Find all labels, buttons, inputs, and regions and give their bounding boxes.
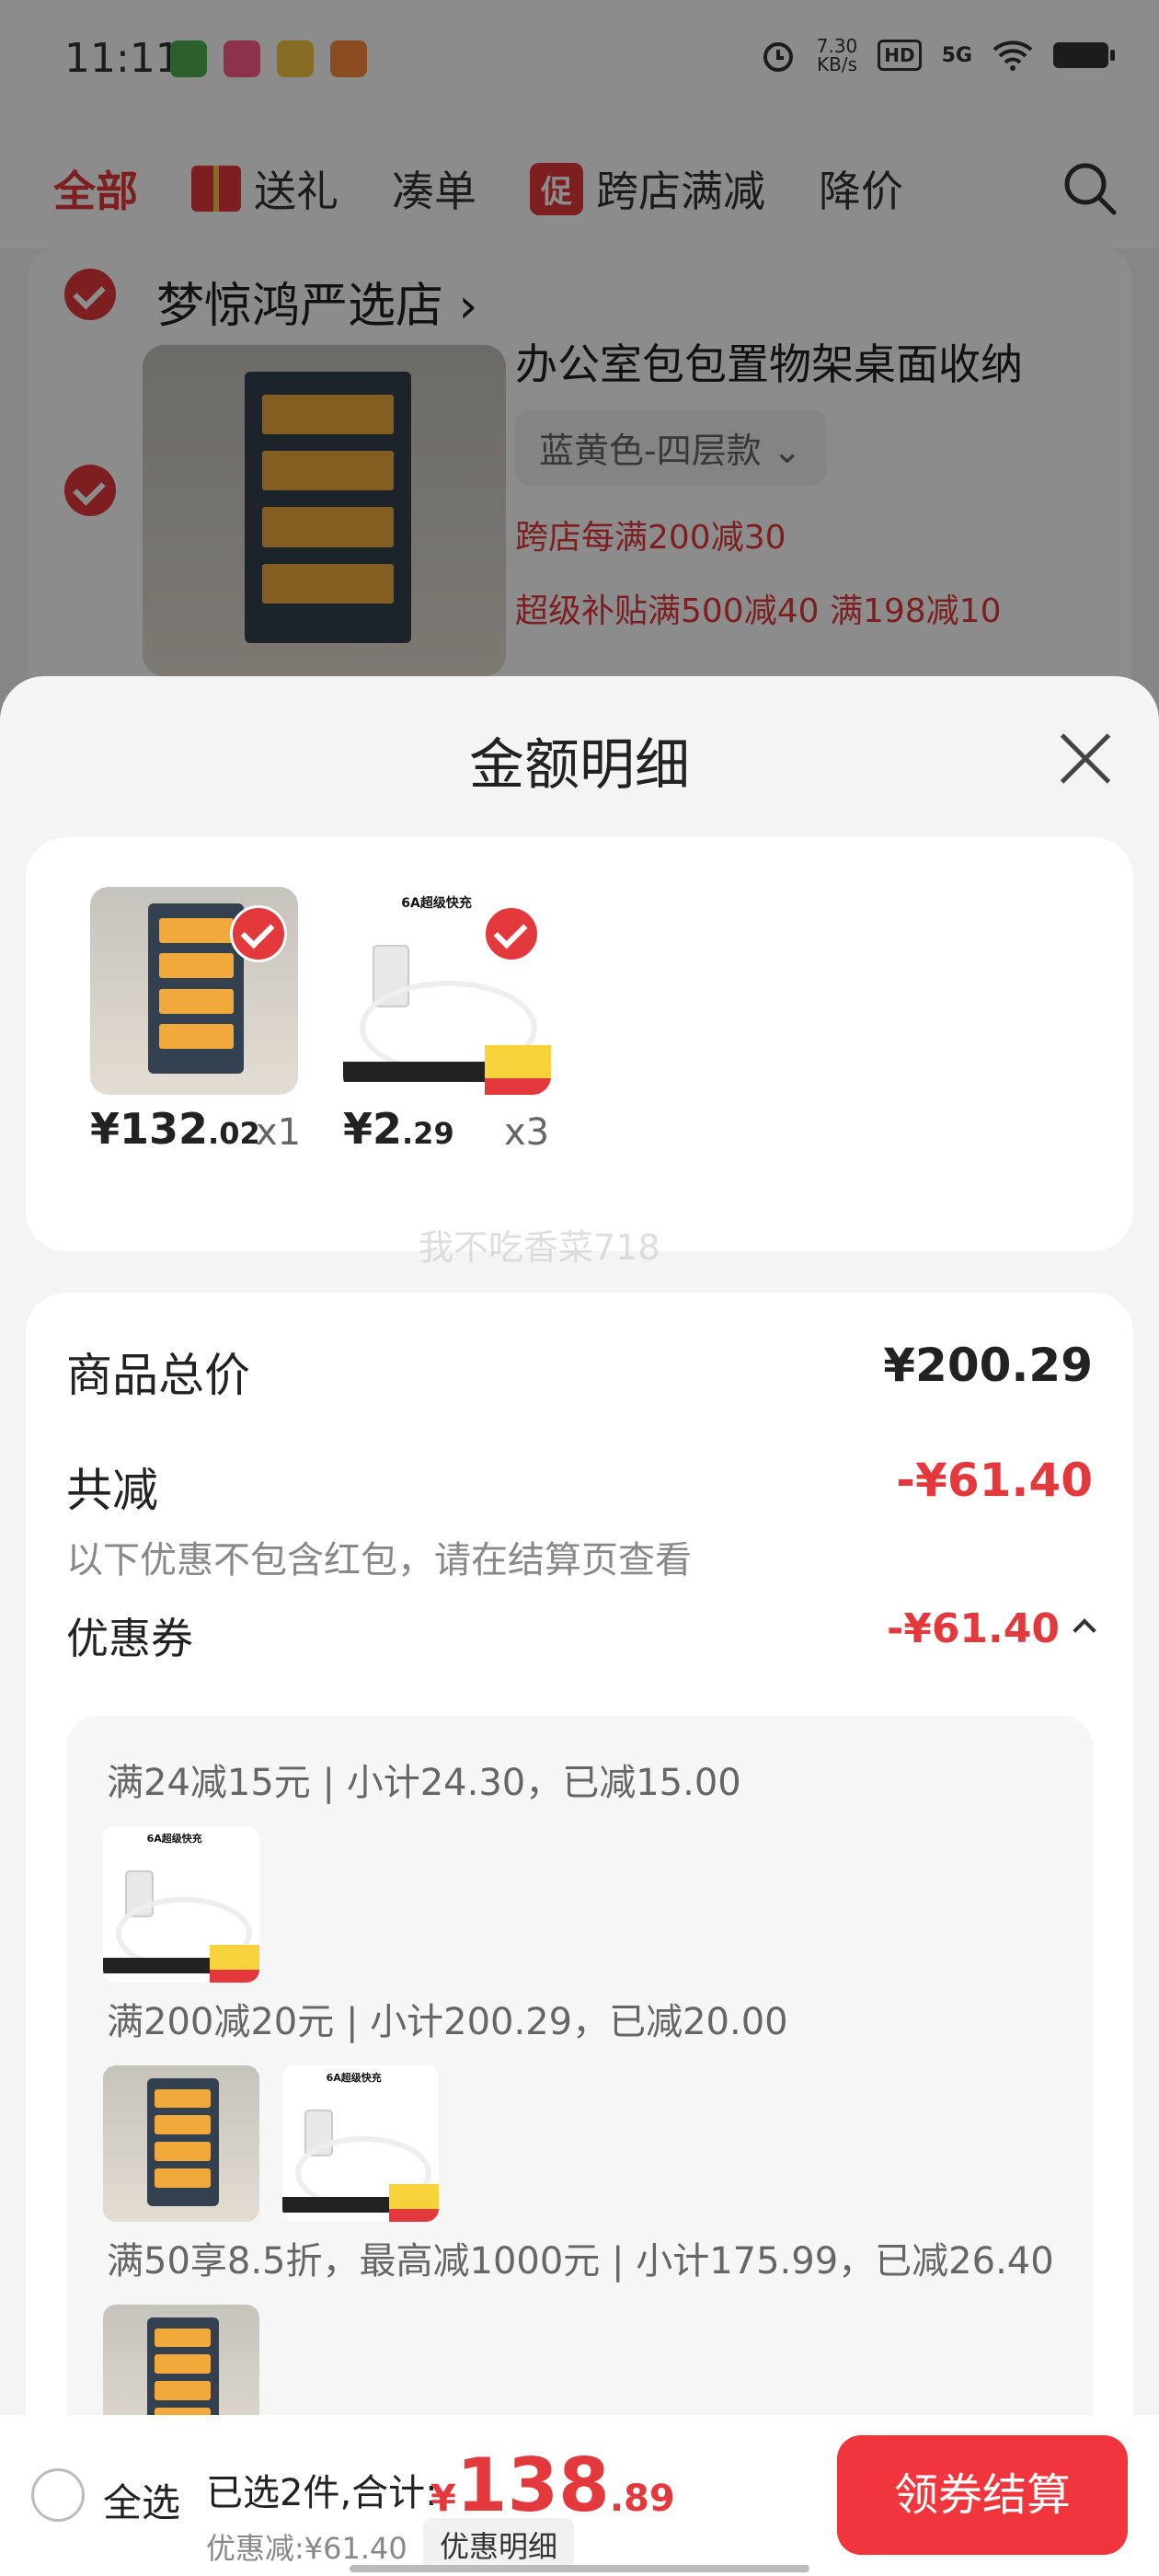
select-all-label[interactable]: 全选 xyxy=(103,2472,180,2528)
selected-check-icon xyxy=(483,905,540,962)
reduce-note: 以下优惠不包含红包，请在结算页查看 xyxy=(66,1539,692,1581)
amount-detail-sheet: 金额明细 ¥132.02 x1 6A超级快充 ¥2.29 x3 商品总价 ¥20… xyxy=(0,676,1159,2576)
chevron-up-icon xyxy=(1073,1618,1096,1642)
cable-image: 6A超级快充 xyxy=(282,2065,439,2222)
total-dec: .89 xyxy=(609,2478,675,2520)
price-int: ¥2 xyxy=(343,1104,403,1154)
coupon-rule: 满50享8.5折，最高减1000元 | 小计175.99，已减26.40 xyxy=(107,2240,1054,2283)
coupon-value: -¥61.40 xyxy=(886,1605,1060,1652)
product-item[interactable]: 6A超级快充 xyxy=(343,887,551,1095)
cable-banner xyxy=(103,1957,212,1973)
selected-check-icon xyxy=(230,905,287,962)
cable-badge-red xyxy=(388,2209,439,2222)
price-int: ¥132 xyxy=(90,1104,209,1154)
product-item[interactable] xyxy=(90,887,298,1095)
shelf-drawer xyxy=(155,2328,212,2347)
coupon-toggle[interactable]: -¥61.40 xyxy=(886,1605,1096,1652)
product-image: 6A超级快充 xyxy=(343,887,551,1095)
shelf-drawer xyxy=(158,988,234,1014)
discount-summary: 优惠减:¥61.40 xyxy=(206,2531,407,2566)
cable-image: 6A超级快充 xyxy=(103,1826,259,1983)
price-breakdown-card: 商品总价 ¥200.29 共减 -¥61.40 以下优惠不包含红包，请在结算页查… xyxy=(26,1293,1133,2576)
total-int: 138 xyxy=(455,2443,610,2528)
shelf-drawer xyxy=(155,2088,212,2108)
shelf-drawer xyxy=(155,2381,212,2400)
product-price: ¥132.02 xyxy=(90,1104,260,1154)
discount-detail-button[interactable]: 优惠明细 xyxy=(423,2518,575,2571)
home-indicator[interactable] xyxy=(350,2565,809,2572)
coupon-label: 优惠券 xyxy=(66,1614,193,1663)
currency-symbol: ¥ xyxy=(430,2478,456,2520)
total-amount: ¥138.89 xyxy=(430,2443,675,2528)
cable-badge xyxy=(388,2184,439,2213)
coupon-rule: 满24减15元 | 小计24.30，已减15.00 xyxy=(107,1762,741,1804)
shelf-drawer xyxy=(155,2168,212,2188)
total-value: ¥200.29 xyxy=(883,1339,1093,1392)
products-card: ¥132.02 x1 6A超级快充 ¥2.29 x3 xyxy=(26,837,1133,1251)
shelf-drawer xyxy=(158,1024,234,1050)
coupon-rule: 满200减20元 | 小计200.29，已减20.00 xyxy=(107,2001,788,2043)
cable-badge xyxy=(484,1044,551,1083)
cable-image-text: 6A超级快充 xyxy=(326,2072,382,2085)
price-dec: .29 xyxy=(402,1116,454,1151)
cable-banner xyxy=(282,2196,392,2213)
cable-image-text: 6A超级快充 xyxy=(146,1833,202,1846)
shelf-drawer xyxy=(158,953,234,979)
product-price: ¥2.29 xyxy=(343,1104,454,1154)
select-all-checkbox[interactable] xyxy=(31,2468,85,2522)
total-label: 商品总价 xyxy=(66,1349,250,1402)
cable-badge-red xyxy=(484,1077,551,1095)
cable-image-text: 6A超级快充 xyxy=(401,895,472,911)
selected-count: 已选2件,合计: xyxy=(206,2472,438,2514)
sheet-title: 金额明细 xyxy=(469,733,690,798)
cable-badge-red xyxy=(209,1970,259,1983)
shelf-image xyxy=(103,2065,259,2222)
shelf-drawer xyxy=(158,917,234,943)
shelf-drawer xyxy=(155,2142,212,2161)
watermark: 我不吃香菜718 xyxy=(419,1227,660,1268)
checkout-button[interactable]: 领券结算 xyxy=(837,2435,1128,2555)
product-qty: x1 xyxy=(256,1111,302,1154)
cable-badge xyxy=(209,1945,259,1973)
shelf-drawer xyxy=(155,2115,212,2134)
coupon-product-thumb: 6A超级快充 xyxy=(282,2065,439,2222)
product-image xyxy=(90,887,298,1095)
reduce-label: 共减 xyxy=(66,1464,158,1517)
cable-banner xyxy=(343,1061,489,1083)
close-icon[interactable] xyxy=(1058,731,1113,787)
shelf-drawer xyxy=(155,2354,212,2374)
coupon-product-thumb xyxy=(103,2065,259,2222)
checkout-bar: 全选 已选2件,合计: ¥138.89 优惠减:¥61.40 优惠明细 领券结算 xyxy=(0,2415,1159,2576)
product-qty: x3 xyxy=(504,1111,550,1154)
price-dec: .02 xyxy=(208,1116,260,1151)
coupon-product-thumb: 6A超级快充 xyxy=(103,1826,259,1983)
reduce-value: -¥61.40 xyxy=(896,1454,1093,1507)
